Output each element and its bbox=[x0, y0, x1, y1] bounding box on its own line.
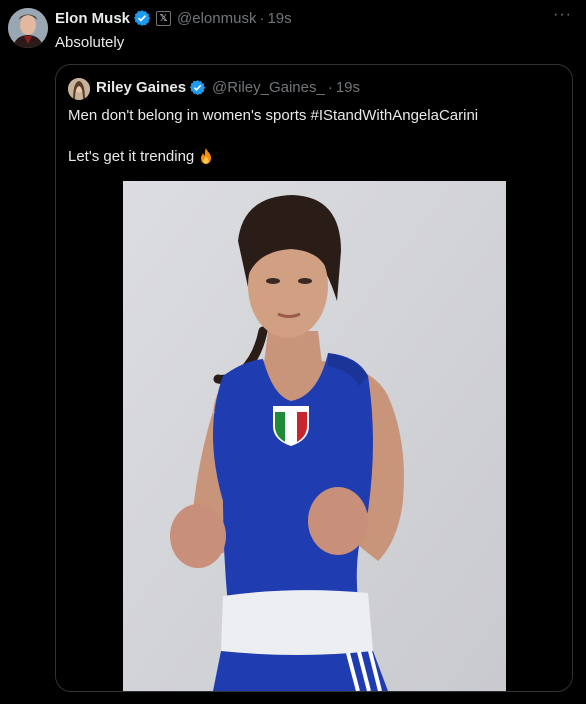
separator-dot: · bbox=[259, 9, 265, 27]
tweet-text: Absolutely bbox=[55, 34, 125, 51]
timestamp[interactable]: 19s bbox=[267, 10, 291, 27]
fire-icon bbox=[201, 148, 212, 164]
quoted-text-line2-label: Let's get it trending bbox=[68, 147, 195, 165]
tweet-header: Elon Musk 𝕏 @elonmusk · 19s bbox=[55, 9, 292, 27]
attached-photo[interactable] bbox=[123, 181, 506, 691]
verified-badge-icon[interactable] bbox=[133, 9, 151, 27]
verified-badge-icon[interactable] bbox=[189, 79, 206, 96]
more-options-icon[interactable]: ··· bbox=[553, 6, 572, 24]
quoted-timestamp[interactable]: 19s bbox=[336, 79, 360, 96]
separator-dot: · bbox=[327, 79, 333, 96]
quoted-author-handle[interactable]: @Riley_Gaines_ bbox=[212, 79, 325, 96]
quoted-author-avatar[interactable] bbox=[68, 78, 90, 100]
quoted-text-line1: Men don't belong in women's sports #ISta… bbox=[68, 107, 479, 124]
quoted-author-name[interactable]: Riley Gaines bbox=[96, 79, 186, 96]
author-name[interactable]: Elon Musk bbox=[55, 10, 130, 27]
quoted-text-line2: Let's get it trending bbox=[68, 147, 214, 165]
quoted-header: Riley Gaines @Riley_Gaines_ · 19s bbox=[96, 79, 360, 96]
quoted-tweet[interactable]: Riley Gaines @Riley_Gaines_ · 19s Men do… bbox=[55, 64, 573, 692]
affiliation-badge-icon[interactable]: 𝕏 bbox=[156, 10, 172, 26]
author-avatar[interactable] bbox=[8, 8, 48, 48]
author-handle[interactable]: @elonmusk bbox=[177, 10, 256, 27]
boxer-photo-illustration bbox=[123, 181, 506, 691]
